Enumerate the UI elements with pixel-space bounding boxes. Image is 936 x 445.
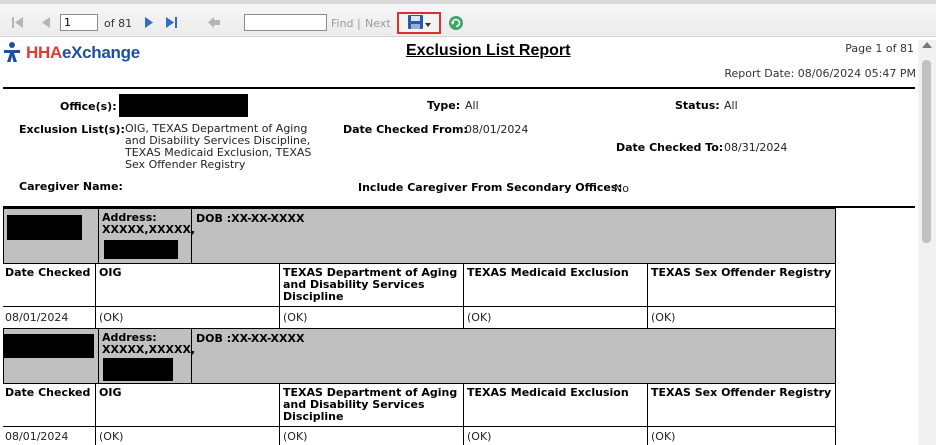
- find-text-input[interactable]: [244, 14, 327, 31]
- exclusion-line: Sex Offender Registry: [125, 158, 246, 171]
- caregiver-address-cell: Address: XXXXX,XXXXX,: [99, 329, 196, 383]
- texas-aging-cell: (OK): [283, 311, 308, 324]
- page-info: Page 1 of 81: [845, 42, 914, 55]
- texas-medicaid-cell: (OK): [467, 430, 492, 443]
- column-divider: [279, 384, 280, 445]
- status-label: Status:: [675, 99, 720, 112]
- caregiver-address-cell: Address: XXXXX,XXXXX,: [99, 209, 196, 263]
- col-texas-aging: TEXAS Department of Aging and Disability…: [283, 267, 457, 303]
- column-header-row: Date Checked OIG TEXAS Department of Agi…: [3, 264, 836, 307]
- col-oig: OIG: [99, 266, 122, 279]
- column-divider: [647, 264, 648, 331]
- office-value-redacted: [119, 94, 248, 117]
- address-value: XXXXX,XXXXX,: [102, 223, 196, 236]
- date-checked-to-value: 08/31/2024: [724, 141, 788, 154]
- office-label: Office(s):: [60, 100, 117, 113]
- oig-cell: (OK): [99, 311, 124, 324]
- first-page-icon[interactable]: [10, 15, 26, 29]
- column-divider: [835, 384, 836, 445]
- col-texas-sex-offender: TEXAS Sex Offender Registry: [651, 266, 832, 279]
- date-checked-to-label: Date Checked To:: [616, 141, 724, 154]
- find-next-link[interactable]: Next: [365, 17, 391, 30]
- back-to-parent-icon[interactable]: [206, 15, 222, 29]
- page-count-label: of 81: [104, 17, 133, 30]
- caregiver-dob: DOB :XX-XX-XXXX: [196, 332, 305, 345]
- column-divider: [279, 264, 280, 331]
- oig-cell: (OK): [99, 430, 124, 443]
- last-page-icon[interactable]: [164, 15, 180, 29]
- caregiver-name-redacted: [7, 215, 82, 240]
- address-redacted: [103, 358, 173, 381]
- scrollbar-thumb[interactable]: [922, 60, 931, 243]
- caregiver-name-cell: [4, 329, 99, 383]
- chevron-down-icon: [424, 17, 431, 30]
- col-texas-aging-line: Discipline: [283, 410, 344, 423]
- date-checked-from-value: 08/01/2024: [465, 123, 529, 136]
- column-divider: [95, 384, 96, 445]
- address-value: XXXXX,XXXXX,: [102, 343, 196, 356]
- texas-sex-offender-cell: (OK): [651, 430, 676, 443]
- report-title: Exclusion List Report: [406, 42, 571, 59]
- secondary-offices-label: Include Caregiver From Secondary Offices…: [358, 181, 622, 194]
- type-value: All: [465, 99, 479, 112]
- export-button[interactable]: [397, 12, 441, 34]
- find-link[interactable]: Find: [331, 17, 354, 30]
- col-texas-medicaid: TEXAS Medicaid Exclusion: [467, 266, 629, 279]
- date-checked-from-label: Date Checked From:: [343, 123, 468, 136]
- caregiver-name-redacted: [4, 334, 94, 358]
- report-criteria-panel: Office(s): Type: All Status: All Exclusi…: [3, 87, 915, 208]
- vertical-scrollbar[interactable]: [918, 40, 936, 445]
- column-divider: [647, 384, 648, 445]
- report-viewer-toolbar: of 81 Find | Next: [0, 0, 936, 37]
- caregiver-header-row: Address: XXXXX,XXXXX, DOB :XX-XX-XXXX: [3, 208, 836, 264]
- status-value: All: [724, 99, 738, 112]
- logo-text-exchange: eXchange: [61, 43, 140, 62]
- col-texas-medicaid: TEXAS Medicaid Exclusion: [467, 386, 629, 399]
- caregiver-dob: DOB :XX-XX-XXXX: [196, 212, 305, 225]
- col-date-checked: Date Checked: [5, 386, 91, 399]
- next-page-icon[interactable]: [141, 15, 157, 29]
- type-label: Type:: [427, 99, 461, 112]
- caregiver-record: Address: XXXXX,XXXXX, DOB :XX-XX-XXXX Da…: [3, 208, 836, 331]
- caregiver-name-label: Caregiver Name:: [19, 180, 123, 193]
- hhaexchange-logo: HHAeXchange: [4, 40, 140, 66]
- page-info-text: Page 1 of 81: [845, 42, 914, 55]
- column-divider: [463, 384, 464, 445]
- texas-sex-offender-cell: (OK): [651, 311, 676, 324]
- previous-page-icon[interactable]: [38, 15, 54, 29]
- column-divider: [835, 264, 836, 331]
- col-oig: OIG: [99, 386, 122, 399]
- secondary-offices-value: No: [614, 182, 629, 195]
- col-date-checked: Date Checked: [5, 266, 91, 279]
- caregiver-name-cell: [4, 209, 99, 263]
- date-checked-cell: 08/01/2024: [5, 311, 69, 324]
- logo-text-hha: HHA: [26, 43, 62, 62]
- caregiver-header-row: Address: XXXXX,XXXXX, DOB :XX-XX-XXXX: [3, 328, 836, 384]
- page-number-input[interactable]: [60, 14, 98, 31]
- col-texas-aging-line: Discipline: [283, 290, 344, 303]
- column-divider: [95, 264, 96, 331]
- column-divider: [463, 264, 464, 331]
- address-redacted: [104, 240, 178, 259]
- texas-aging-cell: (OK): [283, 430, 308, 443]
- col-texas-sex-offender: TEXAS Sex Offender Registry: [651, 386, 832, 399]
- save-disk-icon: [407, 14, 423, 32]
- exclusion-list-value: OIG, TEXAS Department of Aging and Disab…: [125, 123, 311, 171]
- col-texas-aging: TEXAS Department of Aging and Disability…: [283, 387, 457, 423]
- scroll-up-arrow-icon[interactable]: [922, 42, 932, 48]
- column-header-row: Date Checked OIG TEXAS Department of Agi…: [3, 384, 836, 427]
- exclusion-list-label: Exclusion List(s):: [19, 123, 125, 136]
- window-top-border: [0, 0, 936, 4]
- caregiver-record: Address: XXXXX,XXXXX, DOB :XX-XX-XXXX Da…: [3, 328, 836, 445]
- date-checked-cell: 08/01/2024: [5, 430, 69, 443]
- report-date: Report Date: 08/06/2024 05:47 PM: [724, 67, 916, 80]
- texas-medicaid-cell: (OK): [467, 311, 492, 324]
- refresh-icon[interactable]: [448, 15, 464, 34]
- find-separator: |: [357, 17, 361, 30]
- logo-person-icon: [4, 41, 20, 65]
